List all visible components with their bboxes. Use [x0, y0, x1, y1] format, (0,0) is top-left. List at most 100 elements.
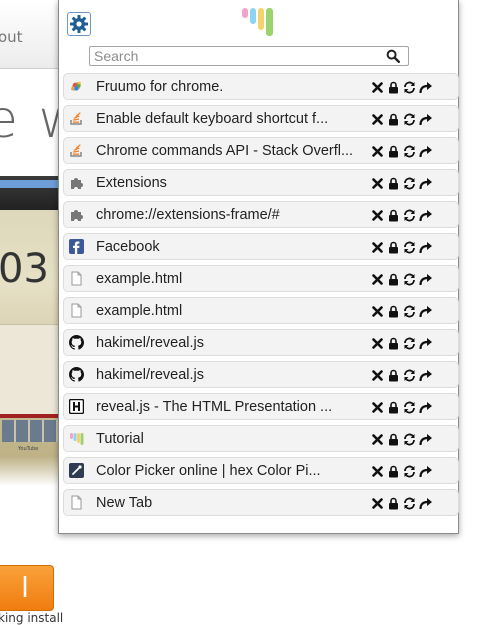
reload-icon[interactable]	[402, 272, 417, 287]
close-icon[interactable]	[370, 336, 385, 351]
lock-icon[interactable]	[386, 112, 401, 127]
settings-button[interactable]	[67, 12, 91, 36]
close-icon[interactable]	[370, 400, 385, 415]
tab-title[interactable]: Extensions	[96, 175, 366, 191]
redirect-icon[interactable]	[418, 368, 433, 383]
lock-icon[interactable]	[386, 400, 401, 415]
reload-icon[interactable]	[402, 304, 417, 319]
close-icon[interactable]	[370, 464, 385, 479]
redirect-icon[interactable]	[418, 176, 433, 191]
close-icon[interactable]	[370, 144, 385, 159]
tab-title[interactable]: Chrome commands API - Stack Overfl...	[96, 143, 366, 159]
reload-icon[interactable]	[402, 400, 417, 415]
search-icon[interactable]	[386, 49, 400, 63]
redirect-icon[interactable]	[418, 272, 433, 287]
redirect-icon[interactable]	[418, 240, 433, 255]
tab-title[interactable]: Enable default keyboard shortcut f...	[96, 111, 366, 127]
screenshot-number: 03	[0, 246, 49, 292]
tab-title[interactable]: Color Picker online | hex Color Pi...	[96, 463, 366, 479]
tab-row[interactable]: Enable default keyboard shortcut f...	[63, 105, 459, 132]
lock-icon[interactable]	[386, 432, 401, 447]
tab-actions	[370, 208, 434, 223]
tab-row[interactable]: example.html	[63, 297, 459, 324]
lock-icon[interactable]	[386, 336, 401, 351]
redirect-icon[interactable]	[418, 144, 433, 159]
close-icon[interactable]	[370, 496, 385, 511]
github-icon	[69, 335, 84, 350]
reload-icon[interactable]	[402, 432, 417, 447]
redirect-icon[interactable]	[418, 336, 433, 351]
tab-actions	[370, 272, 434, 287]
close-icon[interactable]	[370, 208, 385, 223]
tab-title[interactable]: Fruumo for chrome.	[96, 79, 366, 95]
reload-icon[interactable]	[402, 336, 417, 351]
screenshot-red-stripe	[0, 414, 60, 418]
tab-title[interactable]: chrome://extensions-frame/#	[96, 207, 366, 223]
close-icon[interactable]	[370, 240, 385, 255]
lock-icon[interactable]	[386, 80, 401, 95]
redirect-icon[interactable]	[418, 496, 433, 511]
tab-row[interactable]: Extensions	[63, 169, 459, 196]
tab-row[interactable]: Chrome commands API - Stack Overfl...	[63, 137, 459, 164]
reload-icon[interactable]	[402, 240, 417, 255]
close-icon[interactable]	[370, 112, 385, 127]
redirect-icon[interactable]	[418, 208, 433, 223]
lock-icon[interactable]	[386, 464, 401, 479]
redirect-icon[interactable]	[418, 464, 433, 479]
close-icon[interactable]	[370, 272, 385, 287]
tab-title[interactable]: example.html	[96, 303, 366, 319]
lock-icon[interactable]	[386, 144, 401, 159]
redirect-icon[interactable]	[418, 80, 433, 95]
tab-title[interactable]: New Tab	[96, 495, 366, 511]
install-button[interactable]: l	[0, 565, 54, 611]
tab-title[interactable]: example.html	[96, 271, 366, 287]
reload-icon[interactable]	[402, 368, 417, 383]
tab-row[interactable]: hakimel/reveal.js	[63, 329, 459, 356]
tab-title[interactable]: hakimel/reveal.js	[96, 335, 366, 351]
tab-title[interactable]: reveal.js - The HTML Presentation ...	[96, 399, 366, 415]
tab-row[interactable]: Tutorial	[63, 425, 459, 452]
tab-row[interactable]: Fruumo for chrome.	[63, 73, 459, 100]
redirect-icon[interactable]	[418, 400, 433, 415]
lock-icon[interactable]	[386, 272, 401, 287]
tab-row[interactable]: New Tab	[63, 489, 459, 516]
close-icon[interactable]	[370, 304, 385, 319]
tab-row[interactable]: hakimel/reveal.js	[63, 361, 459, 388]
tab-list: Fruumo for chrome. Enable default keyboar…	[63, 73, 459, 521]
lock-icon[interactable]	[386, 176, 401, 191]
reload-icon[interactable]	[402, 80, 417, 95]
tab-title[interactable]: Tutorial	[96, 431, 366, 447]
tab-row[interactable]: Color Picker online | hex Color Pi...	[63, 457, 459, 484]
colorpicker-icon	[69, 463, 84, 478]
tab-row[interactable]: Facebook	[63, 233, 459, 260]
search-input[interactable]	[92, 48, 386, 64]
tab-actions	[370, 176, 434, 191]
lock-icon[interactable]	[386, 208, 401, 223]
lock-icon[interactable]	[386, 368, 401, 383]
close-icon[interactable]	[370, 432, 385, 447]
tab-row[interactable]: chrome://extensions-frame/#	[63, 201, 459, 228]
tab-title[interactable]: Facebook	[96, 239, 366, 255]
redirect-icon[interactable]	[418, 112, 433, 127]
lock-icon[interactable]	[386, 240, 401, 255]
lock-icon[interactable]	[386, 496, 401, 511]
tab-row[interactable]: reveal.js - The HTML Presentation ...	[63, 393, 459, 420]
close-icon[interactable]	[370, 368, 385, 383]
lock-icon[interactable]	[386, 304, 401, 319]
reload-icon[interactable]	[402, 144, 417, 159]
tab-row[interactable]: example.html	[63, 265, 459, 292]
close-icon[interactable]	[370, 176, 385, 191]
reload-icon[interactable]	[402, 176, 417, 191]
page-icon	[69, 495, 84, 510]
redirect-icon[interactable]	[418, 304, 433, 319]
tab-actions	[370, 240, 434, 255]
reload-icon[interactable]	[402, 496, 417, 511]
close-icon[interactable]	[370, 80, 385, 95]
background-nav-link[interactable]: out	[0, 28, 23, 46]
tab-title[interactable]: hakimel/reveal.js	[96, 367, 366, 383]
gear-icon	[70, 15, 88, 33]
reload-icon[interactable]	[402, 208, 417, 223]
reload-icon[interactable]	[402, 112, 417, 127]
redirect-icon[interactable]	[418, 432, 433, 447]
reload-icon[interactable]	[402, 464, 417, 479]
